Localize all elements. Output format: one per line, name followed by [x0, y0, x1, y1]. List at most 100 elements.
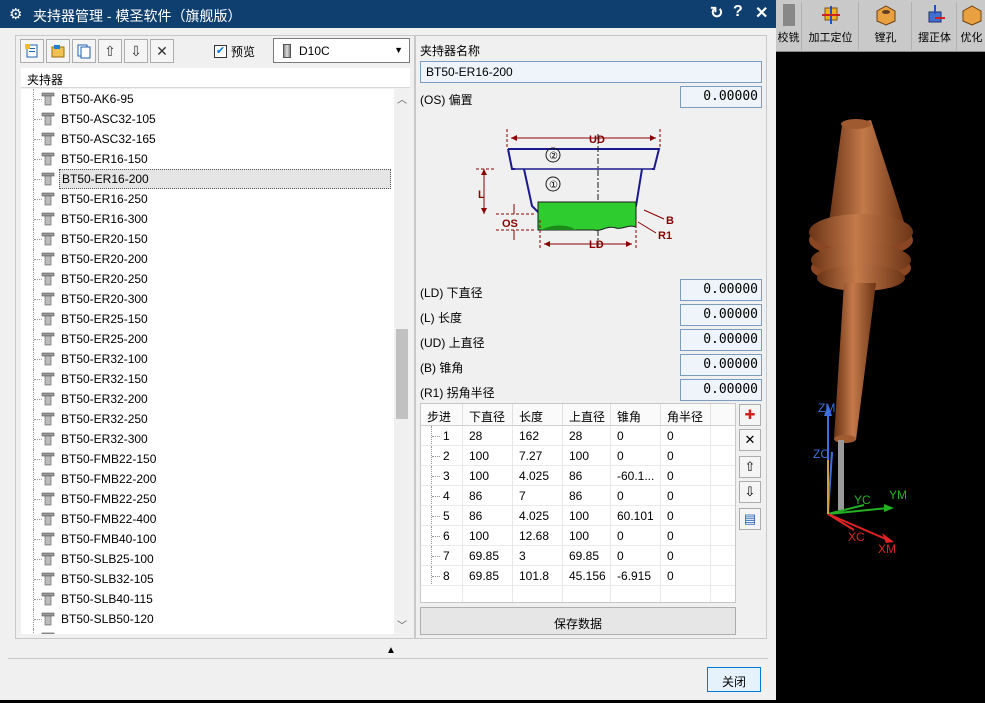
- table-cell[interactable]: 8: [421, 566, 463, 586]
- table-cell[interactable]: 7.27: [513, 446, 563, 466]
- table-cell[interactable]: 0: [661, 566, 711, 586]
- list-item[interactable]: BT50-FMB22-150: [21, 449, 394, 469]
- close-icon[interactable]: ✕: [755, 3, 768, 23]
- table-row[interactable]: 1 28 162 28 0 0: [421, 426, 735, 446]
- table-cell[interactable]: 101.8: [513, 566, 563, 586]
- tool-select-dropdown[interactable]: D10C ▼: [273, 38, 410, 63]
- table-cell[interactable]: 1: [421, 426, 463, 446]
- delete-row-icon[interactable]: ✕: [739, 429, 761, 451]
- list-item[interactable]: BT50-ER16-250: [21, 189, 394, 209]
- table-cell[interactable]: 100: [463, 526, 513, 546]
- table-row[interactable]: 4 86 7 86 0 0: [421, 486, 735, 506]
- move-up-icon[interactable]: ⇧: [739, 456, 761, 478]
- table-cell[interactable]: 162: [513, 426, 563, 446]
- list-item[interactable]: BT50-SLB32-105: [21, 569, 394, 589]
- list-item[interactable]: BT50-ER16-300: [21, 209, 394, 229]
- new-file-icon[interactable]: [20, 39, 44, 63]
- list-item[interactable]: BT50-ER32-150: [21, 369, 394, 389]
- paste-icon[interactable]: ▤: [739, 508, 761, 530]
- table-cell[interactable]: 0: [661, 546, 711, 566]
- table-row[interactable]: [421, 586, 735, 602]
- table-cell[interactable]: [513, 586, 563, 602]
- add-row-icon[interactable]: ✚: [739, 404, 761, 426]
- table-cell[interactable]: 0: [611, 526, 661, 546]
- list-item[interactable]: BT50-ER20-200: [21, 249, 394, 269]
- table-cell[interactable]: 4: [421, 486, 463, 506]
- table-cell[interactable]: 0: [611, 486, 661, 506]
- table-cell[interactable]: 100: [563, 506, 611, 526]
- table-cell[interactable]: 69.85: [463, 566, 513, 586]
- list-item[interactable]: BT50-ER32-300: [21, 429, 394, 449]
- list-item[interactable]: BT50-FMB22-250: [21, 489, 394, 509]
- table-cell[interactable]: 7: [513, 486, 563, 506]
- table-cell[interactable]: 86: [463, 486, 513, 506]
- table-cell[interactable]: 0: [611, 446, 661, 466]
- table-cell[interactable]: 28: [563, 426, 611, 446]
- table-cell[interactable]: 12.68: [513, 526, 563, 546]
- table-cell[interactable]: 4.025: [513, 506, 563, 526]
- save-data-button[interactable]: 保存数据: [420, 607, 736, 635]
- collapse-icon[interactable]: ▲: [386, 645, 396, 656]
- list-item[interactable]: BT50-ASC32-105: [21, 109, 394, 129]
- scrollbar-thumb[interactable]: [396, 329, 408, 419]
- table-cell[interactable]: 86: [463, 506, 513, 526]
- import-icon[interactable]: [46, 39, 70, 63]
- move-down-icon[interactable]: ⇩: [739, 481, 761, 503]
- list-item[interactable]: BT50-FMB22-400: [21, 509, 394, 529]
- reset-button[interactable]: ↻: [710, 3, 723, 23]
- list-item[interactable]: BT50-ER16-200: [21, 169, 394, 189]
- checkmark-icon[interactable]: ✔: [214, 45, 227, 58]
- table-cell[interactable]: [421, 586, 463, 602]
- ld-field[interactable]: 0.00000: [680, 279, 762, 301]
- scroll-up-icon[interactable]: ︿: [397, 91, 407, 106]
- holder-name-field[interactable]: BT50-ER16-200: [420, 61, 762, 83]
- list-scrollbar[interactable]: ︿ ﹀: [394, 89, 410, 634]
- table-cell[interactable]: 0: [661, 506, 711, 526]
- list-item[interactable]: BT50-FMB22-200: [21, 469, 394, 489]
- table-row[interactable]: 7 69.85 3 69.85 0 0: [421, 546, 735, 566]
- offset-field[interactable]: 0.00000: [680, 86, 762, 108]
- list-item[interactable]: BT50-ER16-150: [21, 149, 394, 169]
- list-item[interactable]: BT50-ER20-250: [21, 269, 394, 289]
- list-item[interactable]: BT50-ER32-250: [21, 409, 394, 429]
- table-cell[interactable]: [661, 586, 711, 602]
- close-button[interactable]: 关闭: [707, 667, 761, 692]
- table-row[interactable]: 8 69.85 101.8 45.156 -6.915 0: [421, 566, 735, 586]
- table-cell[interactable]: 60.101: [611, 506, 661, 526]
- table-row[interactable]: 6 100 12.68 100 0 0: [421, 526, 735, 546]
- toolbar-item-mill[interactable]: 校铣: [776, 2, 802, 50]
- table-cell[interactable]: 0: [611, 546, 661, 566]
- preview-checkbox[interactable]: ✔ 预览: [214, 43, 255, 60]
- table-cell[interactable]: 0: [661, 486, 711, 506]
- list-item[interactable]: BT50-ER25-200: [21, 329, 394, 349]
- table-cell[interactable]: -60.1...: [611, 466, 661, 486]
- list-item[interactable]: BT50-ER32-200: [21, 389, 394, 409]
- table-cell[interactable]: 2: [421, 446, 463, 466]
- ud-field[interactable]: 0.00000: [680, 329, 762, 351]
- table-cell[interactable]: 100: [563, 446, 611, 466]
- table-cell[interactable]: 45.156: [563, 566, 611, 586]
- l-field[interactable]: 0.00000: [680, 304, 762, 326]
- table-cell[interactable]: 3: [421, 466, 463, 486]
- list-item[interactable]: BT50-ER20-300: [21, 289, 394, 309]
- table-cell[interactable]: [563, 586, 611, 602]
- table-cell[interactable]: 0: [661, 426, 711, 446]
- table-cell[interactable]: 4.025: [513, 466, 563, 486]
- list-item[interactable]: BT50-AK6-95: [21, 89, 394, 109]
- list-item[interactable]: BT50-SLB25-100: [21, 549, 394, 569]
- r1-field[interactable]: 0.00000: [680, 379, 762, 401]
- table-cell[interactable]: 69.85: [463, 546, 513, 566]
- toolbar-item-align-body[interactable]: 摆正体: [913, 2, 957, 50]
- table-cell[interactable]: 100: [463, 446, 513, 466]
- table-row[interactable]: 5 86 4.025 100 60.101 0: [421, 506, 735, 526]
- 3d-viewport[interactable]: ZM ZC YC YM XC XM: [776, 0, 985, 700]
- table-cell[interactable]: 7: [421, 546, 463, 566]
- toolbar-item-machining-position[interactable]: 加工定位: [803, 2, 859, 50]
- delete-icon[interactable]: ✕: [150, 39, 174, 63]
- table-cell[interactable]: 28: [463, 426, 513, 446]
- list-item[interactable]: BT50-SLB40-115: [21, 589, 394, 609]
- table-cell[interactable]: [463, 586, 513, 602]
- table-cell[interactable]: 3: [513, 546, 563, 566]
- list-item[interactable]: BT50-ASC32-165: [21, 129, 394, 149]
- toolbar-item-optimize[interactable]: 优化: [958, 2, 985, 50]
